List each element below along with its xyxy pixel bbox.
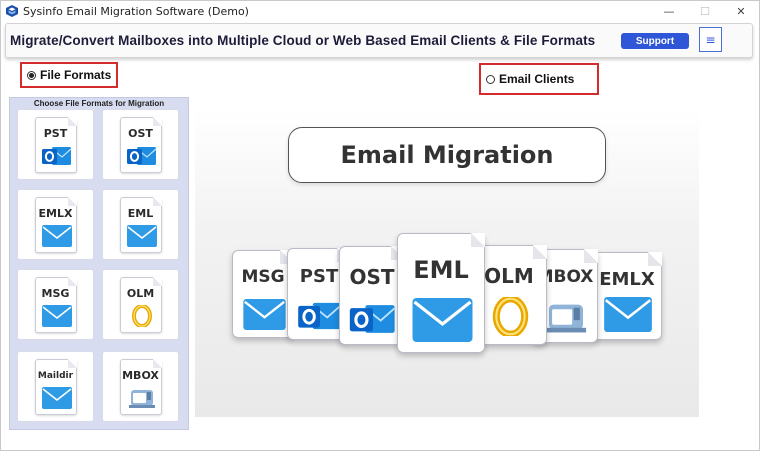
outlook-icon	[41, 145, 72, 167]
format-tile-maildir[interactable]: Maildir	[17, 351, 94, 422]
format-label: PST	[43, 126, 68, 140]
banner-doc-emlx: EMLX	[592, 252, 662, 340]
file-doc-icon: PST	[34, 116, 77, 173]
envelope-icon	[411, 298, 474, 342]
mailbox-icon	[542, 300, 590, 334]
file-formats-radio[interactable]	[27, 70, 36, 80]
file-doc-icon: OST	[119, 116, 162, 173]
app-logo-icon	[6, 5, 18, 17]
olm-ring-icon	[483, 295, 538, 338]
panel-title: Choose File Formats for Migration	[33, 99, 165, 108]
file-doc-icon: EML	[119, 196, 162, 253]
file-doc-icon: Maildir	[34, 358, 77, 415]
format-tile-eml[interactable]: EML	[102, 189, 179, 260]
hamburger-menu-button[interactable]: ≡	[699, 27, 722, 52]
format-label: EML	[127, 206, 154, 220]
banner-doc-label: EMLX	[599, 269, 655, 290]
banner-title: Email Migration	[340, 141, 554, 169]
title-bar: Sysinfo Email Migration Software (Demo) …	[1, 1, 759, 21]
email-migration-banner: Email Migration MSG PST OST EML OLM MBOX EMLX	[195, 109, 699, 417]
email-clients-option[interactable]: Email Clients	[479, 63, 599, 95]
format-label: OLM	[126, 286, 155, 300]
file-formats-label: File Formats	[40, 68, 112, 82]
envelope-icon	[603, 297, 653, 332]
format-label: EMLX	[38, 206, 73, 220]
banner-doc-label: OST	[349, 265, 395, 289]
banner-doc-label: MSG	[241, 267, 285, 287]
hamburger-icon: ≡	[705, 32, 716, 47]
header-title: Migrate/Convert Mailboxes into Multiple …	[10, 33, 596, 48]
format-tile-emlx[interactable]: EMLX	[17, 189, 94, 260]
support-button[interactable]: Support	[621, 33, 689, 49]
minimize-button[interactable]: —	[651, 1, 687, 21]
file-doc-icon: MBOX	[119, 358, 162, 415]
file-formats-option[interactable]: File Formats	[20, 62, 118, 88]
banner-doc-msg: MSG	[232, 250, 294, 338]
outlook-icon	[349, 302, 397, 336]
format-label: MSG	[41, 286, 70, 300]
email-clients-label: Email Clients	[499, 72, 575, 86]
outlook-icon	[297, 300, 343, 332]
format-tile-mbox[interactable]: MBOX	[102, 351, 179, 422]
header-bar: Migrate/Convert Mailboxes into Multiple …	[5, 23, 753, 58]
envelope-icon	[126, 224, 157, 247]
format-tile-ost[interactable]: OST	[102, 109, 179, 180]
olm-ring-icon	[127, 303, 157, 328]
radio-selected-dot	[29, 72, 34, 78]
format-label: OST	[128, 126, 153, 140]
banner-doc-eml: EML	[397, 233, 485, 353]
email-clients-radio[interactable]	[486, 74, 495, 84]
format-tile-pst[interactable]: PST	[17, 109, 94, 180]
envelope-icon	[41, 224, 72, 247]
banner-doc-ost: OST	[339, 246, 405, 345]
format-tile-olm[interactable]: OLM	[102, 269, 179, 340]
banner-doc-label: EML	[413, 256, 469, 284]
file-doc-icon: OLM	[119, 276, 162, 333]
file-doc-icon: EMLX	[34, 196, 77, 253]
app-window: Sysinfo Email Migration Software (Demo) …	[0, 0, 760, 451]
envelope-icon	[242, 299, 287, 330]
window-controls: — ☐ ✕	[651, 1, 759, 21]
outlook-icon	[126, 145, 157, 167]
close-button[interactable]: ✕	[723, 1, 759, 21]
format-tile-msg[interactable]: MSG	[17, 269, 94, 340]
format-label: MBOX	[122, 368, 159, 382]
envelope-icon	[41, 386, 72, 409]
window-title: Sysinfo Email Migration Software (Demo)	[23, 4, 249, 18]
format-label: Maildir	[37, 370, 74, 381]
envelope-icon	[41, 304, 72, 327]
file-doc-icon: MSG	[34, 276, 77, 333]
mailbox-icon	[127, 387, 157, 409]
maximize-button[interactable]: ☐	[687, 1, 723, 21]
banner-title-box: Email Migration	[288, 127, 606, 183]
